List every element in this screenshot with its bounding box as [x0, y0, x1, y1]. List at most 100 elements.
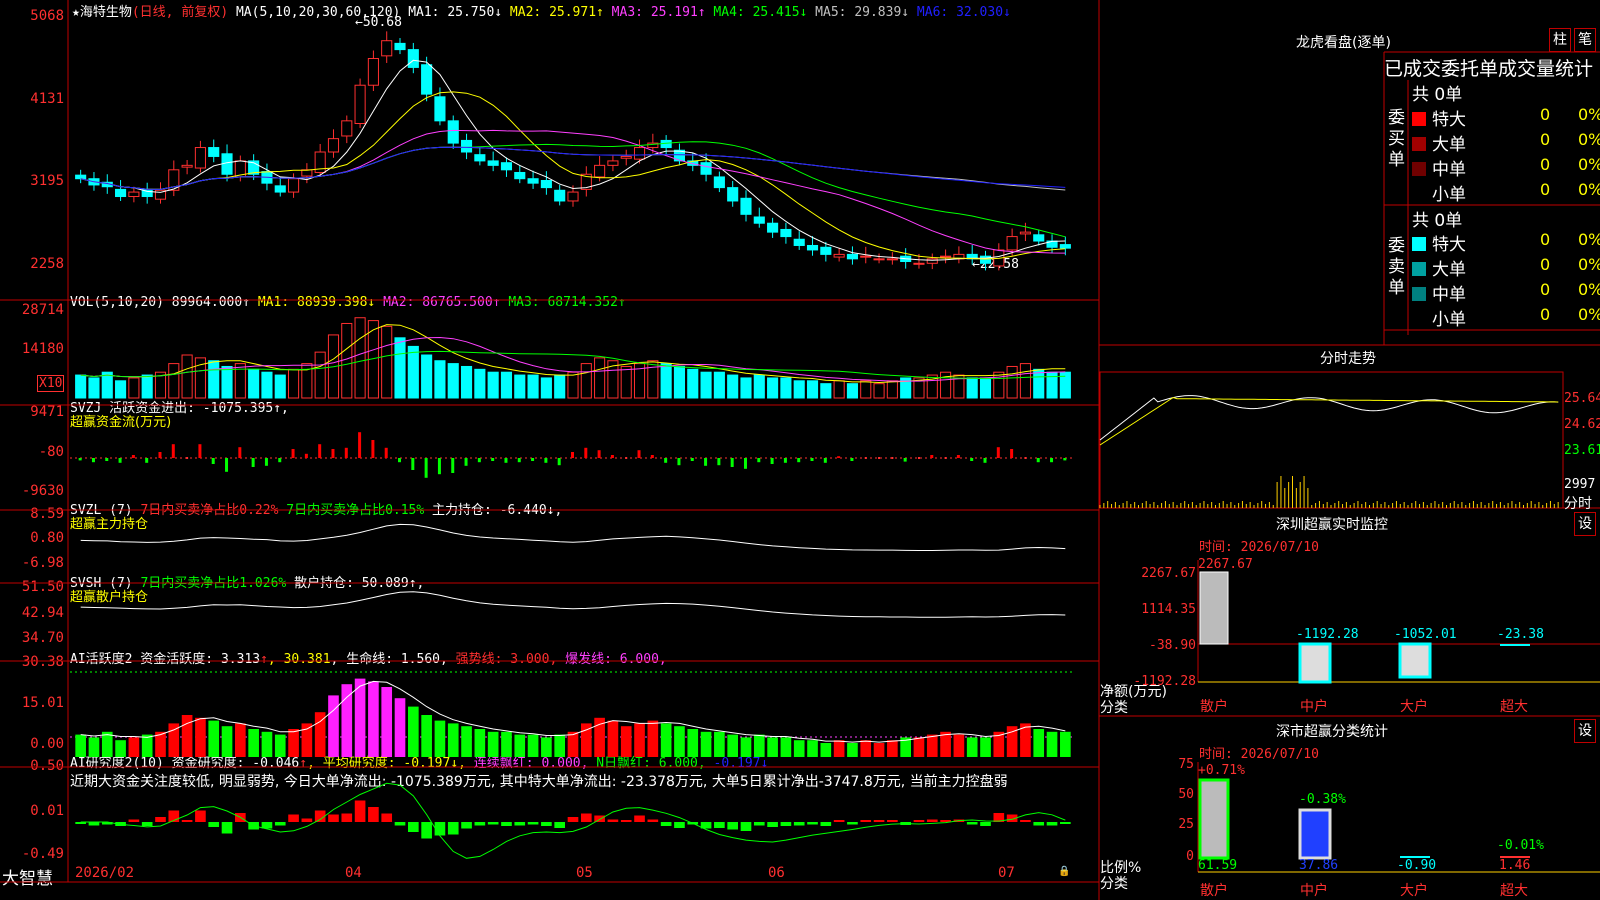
ai2-bar [807, 822, 818, 825]
svzj-bar [757, 458, 761, 463]
ai1-bar [873, 743, 885, 757]
candle-body [128, 191, 140, 198]
ai2-bar [434, 822, 446, 836]
ai1-bar [980, 737, 991, 757]
ai2-bar [753, 822, 765, 826]
volume-bar [580, 363, 592, 399]
volume-bar [886, 380, 898, 399]
volume-bar [820, 383, 832, 399]
svzj-bar [91, 458, 95, 463]
volume-bar [274, 374, 286, 399]
sz-stats-settings-button[interactable]: 设 [1574, 719, 1596, 743]
ai2-bar [1060, 822, 1071, 824]
svzj-bar [677, 458, 681, 466]
tick-mode-button[interactable]: 笔 [1574, 28, 1596, 52]
ai1-bar [434, 720, 446, 757]
ai2-bar [128, 819, 140, 822]
volume-bar [394, 337, 406, 399]
svzj-bar [944, 457, 947, 459]
ai1-bar [793, 740, 805, 757]
sell-row: 特大 [1412, 230, 1466, 255]
volume-bar [993, 371, 1005, 399]
volume-bar [261, 371, 273, 399]
svzj-bar [770, 458, 774, 464]
ai2-bar [221, 822, 233, 834]
sz-category: 中户 [1300, 699, 1328, 715]
row-name: 中单 [1432, 160, 1466, 180]
stats-bottom-value: 37.86 [1299, 858, 1339, 873]
svzj-bar [610, 455, 614, 458]
ai1-bar [727, 734, 739, 757]
stats-bar-retail [1198, 778, 1230, 860]
ai2-bar [873, 820, 885, 822]
row-name: 特大 [1432, 110, 1466, 130]
volume-bar [700, 371, 712, 399]
svzj-bar [891, 457, 894, 459]
stats-bottom-value: 61.59 [1198, 858, 1238, 873]
stats-axis-label: 25 [1178, 817, 1194, 832]
svzj-bar [797, 458, 801, 463]
volume-bar [767, 377, 779, 399]
volume-bar [381, 325, 393, 399]
candle-body [846, 253, 858, 260]
svzj-bar [331, 449, 335, 458]
row-count: 0 [1540, 230, 1551, 249]
row-percent: 0% [1578, 230, 1600, 249]
sz-monitor-settings-button[interactable]: 设 [1574, 512, 1596, 536]
volume-bar [1033, 368, 1045, 399]
candle-body [740, 197, 752, 215]
svzj-bar [917, 457, 920, 459]
ai2-bar [474, 822, 486, 826]
volume-bar [421, 354, 433, 399]
row-percent: 0% [1578, 255, 1600, 274]
ai2-bar [541, 822, 552, 826]
volume-bar [594, 357, 606, 399]
sz-axis-label: -38.90 [1149, 638, 1196, 653]
ai2-bar [607, 819, 619, 822]
row-percent: 0% [1578, 130, 1600, 149]
ai2-bar [966, 822, 978, 825]
ai1-bar [474, 729, 486, 757]
volume-bar [527, 374, 539, 399]
svzj-bar [864, 457, 867, 459]
svzj-bar [384, 447, 388, 458]
intraday-avg-line [1099, 396, 1559, 446]
svzj-bar [186, 457, 189, 459]
volume-bar [341, 322, 353, 399]
ai2-bar [328, 814, 339, 822]
ai2-bar [181, 820, 193, 822]
candle-body [181, 164, 193, 168]
sz-axis-label: 1114.35 [1141, 602, 1196, 617]
row-percent: 0% [1578, 305, 1600, 324]
bar-mode-button[interactable]: 柱 [1549, 28, 1571, 52]
sz-stats-time: 时间: 2026/07/10 [1199, 747, 1319, 762]
buy-row: 小单 [1412, 180, 1466, 205]
ai1-bar [860, 740, 872, 757]
volume-bar [88, 377, 100, 399]
candle-body [527, 178, 539, 184]
stats-bottom-value: 1.46 [1499, 858, 1531, 873]
svzj-bar [411, 458, 415, 470]
ai1-bar [115, 740, 126, 757]
sz-category: 超大 [1500, 699, 1528, 715]
intraday-axis-label: 23.61 [1564, 443, 1600, 458]
row-percent: 0% [1578, 155, 1600, 174]
ai2-bar [421, 822, 432, 839]
candle-body [447, 120, 459, 144]
svzj-bar [637, 450, 641, 458]
ai1-bar [274, 734, 286, 757]
svzj-bar [504, 458, 508, 463]
volume-bar [474, 368, 486, 399]
row-count: 0 [1540, 180, 1551, 199]
candle-body [607, 160, 619, 166]
ai1-bar [620, 726, 632, 757]
volume-bar [673, 365, 686, 399]
ai2-bar [580, 813, 592, 822]
svzj-bar [650, 455, 654, 458]
candle-body [767, 222, 779, 233]
volume-bar [833, 380, 845, 399]
candle-body [288, 178, 300, 193]
ai1-bar [926, 734, 938, 757]
candle-body [806, 244, 819, 251]
svzj-bar [625, 457, 628, 459]
